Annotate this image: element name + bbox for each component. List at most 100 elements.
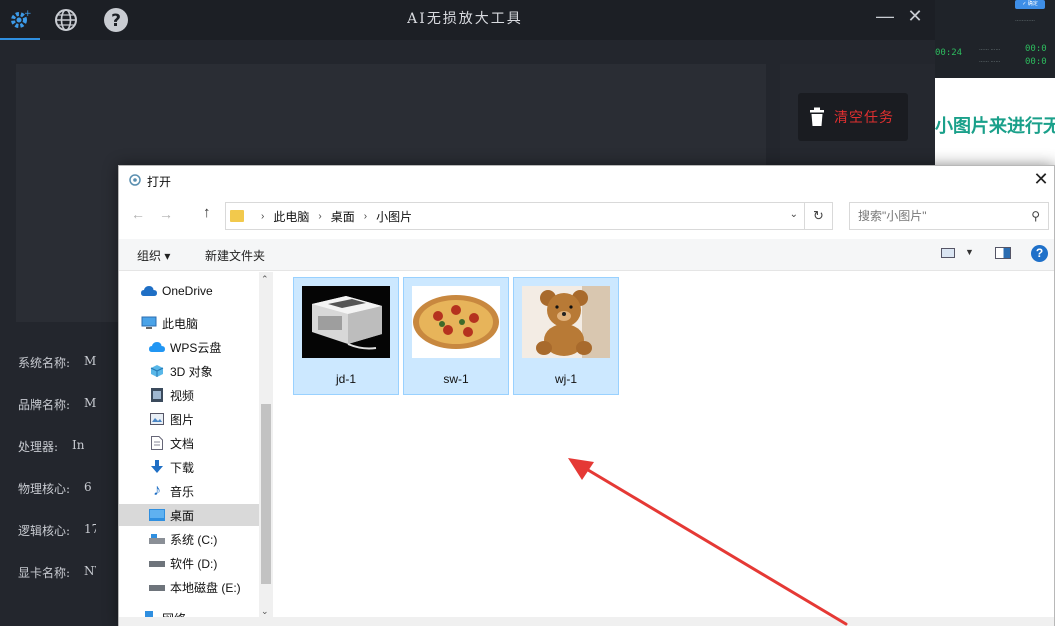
chevron-up-icon[interactable]: ⌃: [261, 274, 269, 285]
refresh-button[interactable]: ↻: [805, 202, 833, 230]
timer-digits: 00:0: [1025, 44, 1047, 54]
nav-item-label: 系统 (C:): [170, 532, 218, 547]
refresh-icon: ↻: [813, 208, 824, 223]
info-row-physical-cores: 物理核心: 6: [18, 480, 128, 497]
file-thumbnail: [302, 286, 390, 358]
command-bar: 组织 ▾ 新建文件夹 ▼ ?: [119, 239, 1054, 271]
breadcrumb-item[interactable]: 小图片: [376, 208, 412, 225]
chevron-right-icon: ›: [261, 210, 265, 222]
nav-item-label: 软件 (D:): [170, 556, 218, 571]
gear-icon: +: [11, 9, 32, 28]
info-value: M: [84, 396, 97, 410]
background-window-small-text: …… ……: [979, 46, 1001, 52]
help-icon: ?: [104, 8, 128, 32]
background-window-button[interactable]: ✓ 确定: [1015, 0, 1045, 9]
nav-item-desktop[interactable]: 桌面: [119, 504, 259, 526]
info-value: 17: [84, 522, 97, 536]
navigation-row: ← → ↑ › 此电脑 › 桌面 › 小图片 ⌄ ↻ 搜索"小图片" ⚲: [119, 202, 1054, 230]
close-button[interactable]: ✕: [903, 6, 927, 27]
nav-pane-scrollbar[interactable]: ⌃ ⌄: [259, 272, 273, 626]
info-row-logical-cores: 逻辑核心: 17: [18, 522, 128, 539]
file-name: jd-1: [335, 372, 356, 386]
file-item[interactable]: sw-1: [403, 277, 509, 395]
globe-icon: [55, 9, 77, 31]
clear-tasks-button[interactable]: 清空任务: [798, 93, 908, 141]
info-value: NV: [84, 564, 96, 578]
address-bar[interactable]: › 此电脑 › 桌面 › 小图片 ⌄: [225, 202, 805, 230]
info-row-brand: 品牌名称: M: [18, 396, 128, 413]
info-label: 逻辑核心:: [18, 524, 71, 538]
forward-button[interactable]: →: [159, 206, 173, 222]
back-button[interactable]: ←: [131, 206, 145, 222]
chevron-down-icon[interactable]: ▼: [965, 247, 974, 257]
help-button[interactable]: ?: [102, 6, 130, 34]
dialog-close-button[interactable]: ✕: [1030, 169, 1052, 190]
nav-item-label: 本地磁盘 (E:): [170, 580, 241, 595]
search-input[interactable]: 搜索"小图片" ⚲: [849, 202, 1049, 230]
info-row-processor: 处理器: In: [18, 438, 128, 455]
background-window-heading: 小图片来进行无: [935, 116, 1055, 136]
drive-icon: [149, 532, 165, 546]
info-label: 物理核心:: [18, 482, 71, 496]
chevron-down-icon[interactable]: ⌄: [790, 209, 798, 220]
nav-item-label: 3D 对象: [170, 364, 213, 379]
settings-tab[interactable]: +: [0, 0, 40, 40]
language-button[interactable]: [52, 6, 80, 34]
up-button[interactable]: ↑: [203, 204, 211, 221]
computer-icon: [141, 316, 157, 330]
minimize-button[interactable]: —: [873, 6, 897, 27]
chevron-down-icon[interactable]: ⌄: [261, 606, 269, 617]
nav-item-label: WPS云盘: [170, 340, 222, 355]
info-row-system: 系统名称: M: [18, 354, 128, 371]
timer-digits: 00:24: [935, 48, 963, 58]
background-window-header: ✓ 确定 ………… 00:24 …… …… …… …… 00:0 00:0: [935, 0, 1055, 78]
help-icon[interactable]: ?: [1031, 245, 1048, 262]
toaster-thumbnail: [302, 286, 390, 358]
annotation-arrow: [568, 458, 848, 626]
download-icon: [149, 460, 165, 474]
folder-icon: [230, 210, 244, 222]
cube-icon: [149, 364, 165, 378]
svg-text:?: ?: [111, 11, 121, 31]
nav-item-label: 下载: [170, 460, 195, 475]
app-title-bar: + ? AI无损放大工具 — ✕: [0, 0, 935, 40]
background-window-small-text: …………: [1015, 17, 1035, 23]
info-row-gpu: 显卡名称: NV: [18, 564, 128, 581]
nav-item-label: 桌面: [170, 508, 195, 523]
svg-text:+: +: [24, 9, 32, 19]
breadcrumb-item[interactable]: 此电脑: [273, 208, 309, 225]
info-value: 6: [84, 480, 92, 494]
new-folder-button[interactable]: 新建文件夹: [205, 247, 265, 264]
app-icon: [129, 174, 141, 186]
drive-icon: [149, 556, 165, 570]
video-icon: [149, 388, 165, 402]
file-name: wj-1: [554, 372, 577, 386]
file-item[interactable]: wj-1: [513, 277, 619, 395]
background-window-small-text: …… ……: [979, 58, 1001, 64]
chevron-right-icon: ›: [318, 210, 322, 222]
pizza-thumbnail: [412, 286, 500, 358]
file-item[interactable]: jd-1: [293, 277, 399, 395]
info-label: 系统名称:: [18, 356, 71, 370]
nav-item-label: 视频: [170, 388, 195, 403]
file-thumbnail: [522, 286, 610, 358]
scrollbar-thumb[interactable]: [261, 404, 271, 584]
trash-icon: [810, 107, 824, 126]
picture-icon: [149, 412, 165, 426]
cloud-icon: [141, 284, 157, 298]
document-icon: [149, 436, 165, 450]
music-icon: ♪: [153, 482, 161, 499]
view-options-icon[interactable]: [941, 248, 955, 258]
nav-item-label: 音乐: [170, 484, 195, 499]
nav-item-label: 文档: [170, 436, 195, 451]
app-title: AI无损放大工具: [407, 11, 523, 27]
file-name: sw-1: [443, 372, 469, 386]
breadcrumb-item[interactable]: 桌面: [331, 208, 355, 225]
teddy-bear-thumbnail: [522, 286, 610, 358]
info-value: In: [72, 438, 85, 452]
dialog-title: 打开: [147, 175, 172, 189]
desktop-icon: [149, 508, 165, 522]
preview-pane-icon[interactable]: [995, 247, 1011, 259]
organize-button[interactable]: 组织 ▾: [137, 247, 170, 264]
info-label: 处理器:: [18, 440, 59, 454]
